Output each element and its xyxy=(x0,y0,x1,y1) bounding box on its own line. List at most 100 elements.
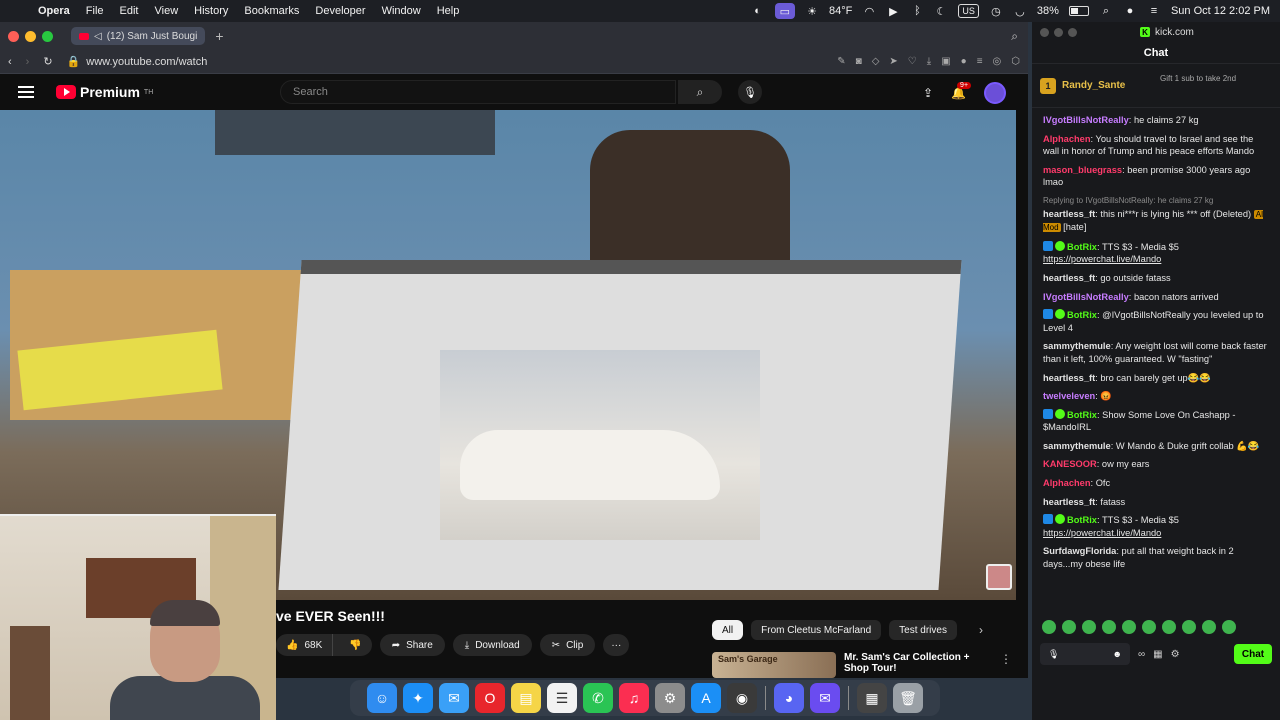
chat-message[interactable]: sammythemule: W Mando & Duke grift colla… xyxy=(1043,440,1269,453)
pinned-gifter[interactable]: 1 Randy_Sante Gift 1 sub to take 2nd xyxy=(1032,64,1280,108)
keyboard-layout[interactable]: US xyxy=(958,4,979,18)
share-button[interactable]: ➦ Share xyxy=(379,634,445,656)
chat-username[interactable]: heartless_ft xyxy=(1043,209,1095,219)
weather-icon[interactable]: ☀ xyxy=(805,4,819,18)
recommended-thumbnail[interactable]: Sam's Garage xyxy=(712,652,836,678)
whatsapp-icon[interactable]: ✆ xyxy=(583,683,613,713)
voice-search-button[interactable]: 🎙 xyxy=(738,80,762,104)
chat-username[interactable]: KANESOOR xyxy=(1043,459,1097,469)
headphones-icon[interactable]: ◠ xyxy=(862,4,876,18)
chat-username[interactable]: BotRix xyxy=(1067,410,1097,420)
close-window-button[interactable] xyxy=(8,30,19,42)
safari-icon[interactable]: ✦ xyxy=(403,683,433,713)
chip-test-drives[interactable]: Test drives xyxy=(889,620,957,640)
kick-close-button[interactable] xyxy=(1040,27,1049,37)
recommended-title[interactable]: Mr. Sam's Car Collection + Shop Tour! xyxy=(844,652,992,678)
temperature-readout[interactable]: 84°F xyxy=(829,5,852,17)
more-actions-button[interactable]: ··· xyxy=(603,634,630,656)
chat-message[interactable]: SurfdawgFlorida: put all that weight bac… xyxy=(1043,545,1269,570)
app-store-icon[interactable]: A xyxy=(691,683,721,713)
now-playing-icon[interactable]: ▶ xyxy=(886,4,900,18)
chat-link[interactable]: https://powerchat.live/Mando xyxy=(1043,254,1161,264)
recommended-video[interactable]: Sam's Garage Mr. Sam's Car Collection + … xyxy=(712,652,1012,678)
chat-message[interactable]: heartless_ft: bro can barely get up😂😂 xyxy=(1043,372,1269,385)
notes-icon[interactable]: ▤ xyxy=(511,683,541,713)
chat-message[interactable]: KANESOOR: ow my ears xyxy=(1043,458,1269,471)
forward-icon[interactable]: › xyxy=(26,56,30,68)
menu-clock[interactable]: Sun Oct 12 2:02 PM xyxy=(1171,5,1270,17)
chat-message[interactable]: IVgotBillsNotReally: he claims 27 kg xyxy=(1043,114,1269,127)
kick-minimize-button[interactable] xyxy=(1054,27,1063,37)
obs-icon[interactable]: ◉ xyxy=(727,683,757,713)
edit-icon[interactable]: ✎ xyxy=(837,56,845,67)
notifications-bell-icon[interactable]: 🔔 9+ xyxy=(951,82,972,100)
menu-edit[interactable]: Edit xyxy=(112,5,147,17)
dislike-button[interactable]: 👎 xyxy=(339,640,371,651)
chat-input[interactable]: 🎙 ☻ xyxy=(1040,643,1130,665)
chat-message[interactable]: Replying to IVgotBillsNotReally: he clai… xyxy=(1043,195,1269,235)
aria-icon[interactable]: ● xyxy=(961,56,967,67)
emote-icon[interactable] xyxy=(1042,620,1056,634)
chat-username[interactable]: heartless_ft xyxy=(1043,497,1095,507)
spotlight-icon[interactable]: ⌕ xyxy=(1099,4,1113,18)
emote-icon[interactable] xyxy=(1062,620,1076,634)
menu-icon[interactable]: ≡ xyxy=(977,56,983,67)
menu-app-name[interactable]: Opera xyxy=(30,5,78,17)
tab-youtube[interactable]: ◁ (12) Sam Just Bougi xyxy=(71,27,206,45)
emote-icon[interactable] xyxy=(1202,620,1216,634)
system-settings-icon[interactable]: ⚙ xyxy=(655,683,685,713)
extensions-icon[interactable]: ⬡ xyxy=(1011,56,1020,67)
chat-username[interactable]: Alphachen xyxy=(1043,134,1091,144)
shield-icon[interactable]: ◇ xyxy=(872,56,880,67)
chat-username[interactable]: sammythemule xyxy=(1043,441,1111,451)
chat-message[interactable]: IVgotBillsNotReally: bacon nators arrive… xyxy=(1043,291,1269,304)
chat-message[interactable]: heartless_ft: fatass xyxy=(1043,496,1269,509)
battery-icon[interactable] xyxy=(1068,6,1089,16)
menu-window[interactable]: Window xyxy=(374,5,429,17)
chat-username[interactable]: BotRix xyxy=(1067,310,1097,320)
reminders-icon[interactable]: ☰ xyxy=(547,683,577,713)
trash-icon[interactable]: 🗑 xyxy=(893,683,923,713)
like-button[interactable]: 👍 68K xyxy=(276,634,334,656)
bluetooth-icon[interactable]: ᛒ xyxy=(910,4,924,18)
menu-history[interactable]: History xyxy=(186,5,236,17)
link-icon[interactable]: ∞ xyxy=(1138,649,1145,660)
chat-username[interactable]: mason_bluegrass xyxy=(1043,165,1122,175)
chat-message[interactable]: twelveleven: 😡 xyxy=(1043,390,1269,403)
chat-link[interactable]: https://powerchat.live/Mando xyxy=(1043,528,1161,538)
chat-username[interactable]: BotRix xyxy=(1067,242,1097,252)
chat-message[interactable]: BotRix: Show Some Love On Cashapp - $Man… xyxy=(1043,408,1269,434)
kick-zoom-button[interactable] xyxy=(1068,27,1077,37)
menu-file[interactable]: File xyxy=(78,5,112,17)
gifter-name[interactable]: Randy_Sante xyxy=(1062,80,1125,91)
notification-center-icon[interactable]: ≡ xyxy=(1147,4,1161,18)
music-icon[interactable]: ♫ xyxy=(619,683,649,713)
chip-from-channel[interactable]: From Cleetus McFarland xyxy=(751,620,882,640)
reload-icon[interactable]: ↻ xyxy=(43,55,52,68)
tab-search-icon[interactable]: ⌕ xyxy=(1011,29,1018,44)
emote-icon[interactable] xyxy=(1162,620,1176,634)
new-tab-button[interactable]: + xyxy=(215,28,223,44)
emoji-icon[interactable]: ☻ xyxy=(1113,649,1122,659)
menu-view[interactable]: View xyxy=(147,5,187,17)
menu-help[interactable]: Help xyxy=(429,5,468,17)
proton-mail-icon[interactable]: ✉ xyxy=(810,683,840,713)
channel-watermark[interactable] xyxy=(986,564,1012,590)
screen-record-icon[interactable]: ▭ xyxy=(774,3,796,19)
menu-bookmarks[interactable]: Bookmarks xyxy=(236,5,307,17)
profile-icon[interactable]: ◎ xyxy=(993,56,1002,67)
chat-username[interactable]: BotRix xyxy=(1067,515,1097,525)
search-button[interactable]: ⌕ xyxy=(678,80,722,104)
downloads-folder-icon[interactable]: ▦ xyxy=(857,683,887,713)
emote-icon[interactable] xyxy=(1182,620,1196,634)
gift-sub-prompt[interactable]: Gift 1 sub to take 2nd xyxy=(1160,74,1250,84)
settings-gear-icon[interactable]: ⚙ xyxy=(1171,649,1180,660)
chat-username[interactable]: SurfdawgFlorida xyxy=(1043,546,1116,556)
emote-icon[interactable] xyxy=(1222,620,1236,634)
menu-developer[interactable]: Developer xyxy=(307,5,373,17)
heart-icon[interactable]: ♡ xyxy=(908,56,917,67)
chat-username[interactable]: Alphachen xyxy=(1043,478,1091,488)
speaker-icon[interactable]: ◁ xyxy=(94,31,102,42)
avatar[interactable] xyxy=(984,82,1006,104)
chat-message[interactable]: BotRix: TTS $3 - Media $5 https://powerch… xyxy=(1043,240,1269,266)
